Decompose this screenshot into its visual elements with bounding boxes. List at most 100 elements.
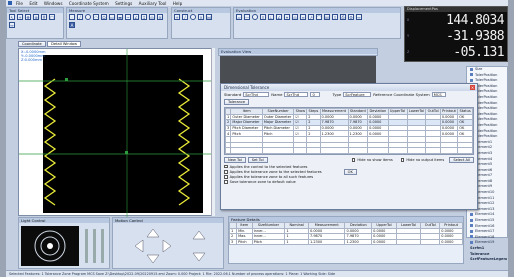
measure-icon[interactable]: ↔ [9,22,15,28]
option-check-4[interactable]: Save tolerance zone to default value [221,180,477,185]
column-header[interactable]: Deviation [367,108,389,115]
light-ring-diagram[interactable] [19,223,109,268]
construct-point-icon[interactable]: + [174,14,180,20]
reference-field[interactable]: MCS [431,92,446,97]
perpendicular-icon[interactable]: ⊥ [268,14,274,20]
line-icon[interactable]: / [77,14,83,20]
standard-field[interactable]: ScrThd [243,92,270,97]
column-header[interactable]: Standard [347,108,369,115]
checkbox-icon[interactable] [224,175,228,179]
rectangle-icon[interactable]: ▭ [109,14,115,20]
construct-circle-icon[interactable] [190,14,196,20]
details-cell[interactable] [420,238,441,246]
arrow-up-icon[interactable] [146,228,160,238]
table-cell[interactable]: Major Diameter [230,119,263,126]
distance-icon[interactable]: ↕ [141,14,147,20]
hide-show-items-check[interactable]: Hide no show items [349,157,396,162]
column-header[interactable]: OutTol [425,108,441,115]
runout-icon[interactable]: ↗ [308,14,314,20]
hide-output-items-check[interactable]: Hide no output items [398,157,448,162]
column-header[interactable]: LowerTol [406,108,427,115]
arc-icon[interactable]: ◠ [93,14,99,20]
details-cell[interactable]: Pitch [236,238,253,246]
menu-file[interactable]: File [16,1,23,6]
print-icon[interactable]: ⎙ [340,14,346,20]
tolerance-tab[interactable]: Tolerance [224,99,250,105]
angle-icon[interactable]: ∠ [133,14,139,20]
menu-windows[interactable]: Windows [44,1,63,6]
position-icon[interactable]: ⌖ [284,14,290,20]
column-header[interactable]: Steps [306,108,321,115]
close-icon[interactable]: × [470,85,475,90]
arrow-left-icon[interactable] [134,239,144,253]
tab-detail-window[interactable]: Detail Window [47,41,82,47]
column-header[interactable]: Measurement [319,108,349,115]
report-icon[interactable]: ▤ [324,14,330,20]
checkbox-icon[interactable] [351,158,356,162]
parallel-icon[interactable]: ∥ [260,14,266,20]
details-row[interactable]: 3 Pitch Pitch 1 1.2300 1.2300 0.0000 0.0000 [228,238,463,246]
grid-icon[interactable]: # [41,14,47,20]
details-cell[interactable]: 1.2300 [307,238,346,246]
angularity-icon[interactable]: ∠ [276,14,282,20]
construct-intersect-icon[interactable]: × [198,14,204,20]
details-cell[interactable]: 0.0000 [371,238,397,246]
name-field[interactable]: ScrThd [284,92,309,97]
symmetry-icon[interactable]: ≡ [300,14,306,20]
circle-icon[interactable] [85,14,91,20]
checkbox-icon[interactable] [224,169,228,174]
roundness-icon[interactable] [252,14,258,20]
type-field[interactable]: ScrFeature [343,92,372,97]
export-icon[interactable]: ⇪ [332,14,338,20]
table-cell[interactable]: Pitch Diameter [261,124,295,132]
set-tol-button[interactable]: Set Tol [247,157,268,163]
details-cell[interactable]: 3 [228,238,238,246]
new-tol-button[interactable]: New Tol [224,157,246,163]
straightness-icon[interactable]: — [244,14,250,20]
table-cell[interactable]: Outer Diameter [230,113,263,121]
slot-icon[interactable]: ▬ [117,14,123,20]
thread-icon[interactable]: ≋ [157,14,163,20]
construct-mid-icon[interactable]: ⋈ [206,14,212,20]
dimension-icon[interactable]: ↔ [356,14,362,20]
crosshair-icon[interactable]: ⊕ [33,14,39,20]
zoom-icon[interactable]: + [17,14,23,20]
z-down-icon[interactable] [192,252,206,262]
details-cell[interactable]: 0.0000 [439,238,463,246]
curve-icon[interactable]: ~ [125,14,131,20]
ellipse-icon[interactable]: ⬭ [101,14,107,20]
id-field[interactable]: 0 [310,92,321,97]
square-icon[interactable]: □ [49,14,55,20]
point-icon[interactable]: · [69,14,75,20]
table-cell[interactable]: Outer Diameter [261,113,295,121]
checkbox-icon[interactable] [224,164,228,169]
column-header[interactable]: Printout [439,108,459,115]
menu-edit[interactable]: Edit [29,1,37,6]
arrow-down-icon[interactable] [146,254,160,264]
construct-line-icon[interactable]: / [182,14,188,20]
pan-icon[interactable]: ✥ [25,14,31,20]
tab-coordinate[interactable]: Coordinate [18,41,46,47]
table-cell[interactable]: Major Diameter [261,119,295,126]
menu-auxiliary-tool[interactable]: Auxiliary Tool [139,1,167,6]
column-header[interactable]: UpperTol [387,108,408,115]
details-cell[interactable]: 1.2300 [344,238,373,246]
menu-coordinate-system[interactable]: Coordinate System [69,1,109,6]
concentric-icon[interactable]: ◎ [292,14,298,20]
checkbox-icon[interactable] [400,158,405,162]
z-up-icon[interactable] [192,230,206,240]
focus-icon[interactable]: ◎ [149,14,155,20]
column-header[interactable]: Show [293,108,308,115]
table-cell[interactable]: Pitch Diameter [230,124,263,132]
details-cell[interactable] [395,238,422,246]
element-list-footer-item[interactable]: ScrfFeatureLegendpre [467,257,507,263]
settings-icon[interactable]: ⚙ [348,14,354,20]
menu-help[interactable]: Help [173,1,183,6]
view-scrollbar[interactable] [211,48,215,216]
details-cell[interactable]: 1 [284,238,309,246]
menu-settings[interactable]: Settings [115,1,132,6]
checkbox-icon[interactable] [224,180,228,184]
arrow-icon[interactable]: ↖ [9,14,15,20]
ok-button[interactable]: OK [343,168,357,175]
column-header[interactable]: Status [457,108,473,115]
